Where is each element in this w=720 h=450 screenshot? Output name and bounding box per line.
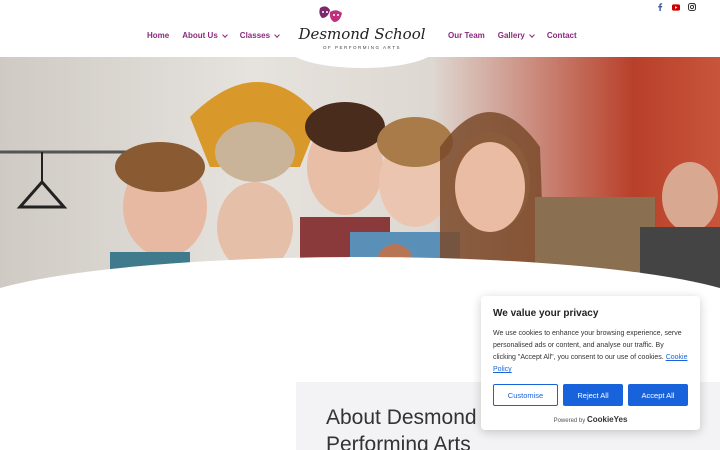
youtube-icon[interactable] bbox=[672, 3, 680, 11]
slider-dot[interactable] bbox=[370, 284, 373, 287]
nav-home[interactable]: Home bbox=[147, 31, 169, 40]
nav-contact-label: Contact bbox=[546, 31, 577, 40]
about-heading-line1: About Desmond bbox=[326, 406, 477, 429]
reject-all-button[interactable]: Reject All bbox=[563, 384, 623, 406]
slider-dot-active[interactable] bbox=[354, 284, 357, 287]
chevron-down-icon bbox=[529, 31, 535, 38]
chevron-down-icon bbox=[221, 31, 228, 38]
cookie-description-text: We use cookies to enhance your browsing … bbox=[493, 330, 682, 361]
facebook-icon[interactable] bbox=[656, 3, 664, 11]
nav-contact[interactable]: Contact bbox=[547, 31, 577, 40]
cookie-title: We value your privacy bbox=[493, 308, 599, 319]
nav-gallery-label: Gallery bbox=[497, 31, 525, 40]
main-nav-left: Home About Us Classes bbox=[147, 31, 280, 40]
slider-dot[interactable] bbox=[362, 284, 365, 287]
instagram-icon[interactable] bbox=[688, 3, 696, 11]
nav-about-us-label: About Us bbox=[182, 31, 218, 40]
nav-gallery[interactable]: Gallery bbox=[497, 31, 535, 40]
social-links bbox=[656, 3, 696, 11]
site-logo[interactable]: Desmond School OF PERFORMING ARTS bbox=[288, 0, 436, 68]
about-heading: About Desmond Performing Arts bbox=[326, 404, 477, 450]
cookie-consent-banner: We value your privacy We use cookies to … bbox=[481, 296, 700, 430]
nav-our-team-label: Our Team bbox=[448, 31, 485, 40]
nav-classes[interactable]: Classes bbox=[239, 31, 280, 40]
powered-by-text: Powered by bbox=[553, 418, 586, 424]
chevron-down-icon bbox=[274, 31, 280, 38]
about-heading-line2: Performing Arts bbox=[326, 433, 471, 450]
accept-all-button[interactable]: Accept All bbox=[628, 384, 688, 406]
nav-home-label: Home bbox=[147, 31, 170, 40]
cookieyes-logo[interactable]: CookieYes bbox=[587, 415, 627, 424]
powered-by: Powered by CookieYes bbox=[493, 415, 688, 424]
nav-classes-label: Classes bbox=[239, 31, 271, 40]
cookie-description: We use cookies to enhance your browsing … bbox=[493, 328, 688, 376]
nav-about-us[interactable]: About Us bbox=[182, 31, 228, 40]
logo-title: Desmond School bbox=[298, 25, 426, 43]
customise-button[interactable]: Customise bbox=[493, 384, 558, 406]
main-nav-right: Our Team Gallery Contact bbox=[448, 31, 577, 40]
slider-dot[interactable] bbox=[346, 284, 349, 287]
nav-our-team[interactable]: Our Team bbox=[448, 31, 485, 40]
slider-dots[interactable] bbox=[346, 284, 373, 287]
hero-slider[interactable] bbox=[0, 57, 720, 307]
cookie-buttons: Customise Reject All Accept All bbox=[493, 384, 688, 406]
logo-subtitle: OF PERFORMING ARTS bbox=[323, 45, 401, 50]
